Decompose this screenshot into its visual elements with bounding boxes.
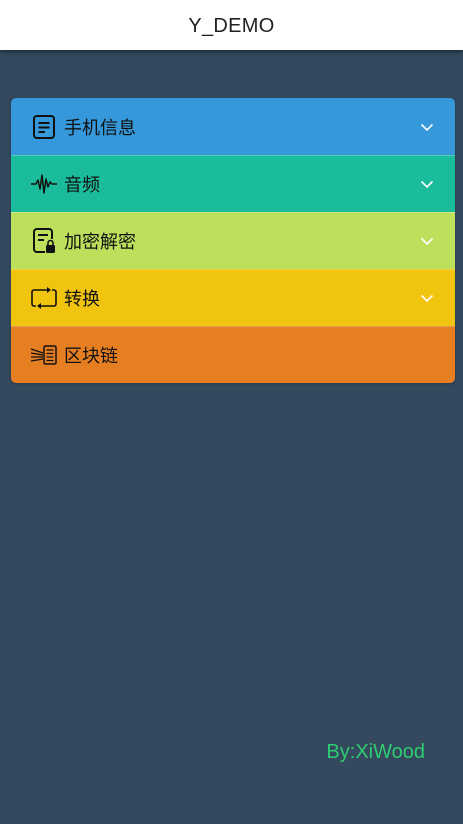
chevron-down-icon [420,294,434,303]
menu-item-blockchain[interactable]: 区块链 [11,326,455,383]
document-list-icon [30,113,58,141]
document-lock-icon [30,227,58,255]
convert-arrows-icon [30,284,58,312]
feature-accordion: 手机信息 音频 加密解密 转换 区块链 [11,98,455,383]
waveform-icon [30,170,58,198]
menu-item-label: 区块链 [64,346,118,367]
menu-item-label: 转换 [64,289,100,310]
menu-item-label: 手机信息 [64,117,136,139]
menu-item-label: 加密解密 [64,232,136,253]
menu-item-phone-info[interactable]: 手机信息 [11,98,455,155]
app-title: Y_DEMO [188,14,275,37]
menu-item-label: 音频 [64,175,100,196]
blockchain-icon [30,341,58,369]
menu-item-convert[interactable]: 转换 [11,269,455,326]
app-header: Y_DEMO [0,0,463,50]
chevron-down-icon [420,123,434,131]
chevron-down-icon [420,237,434,246]
chevron-down-icon [420,180,434,189]
menu-item-encrypt-decrypt[interactable]: 加密解密 [11,212,455,269]
menu-item-audio[interactable]: 音频 [11,155,455,212]
author-credit: By:XiWood [326,741,425,763]
